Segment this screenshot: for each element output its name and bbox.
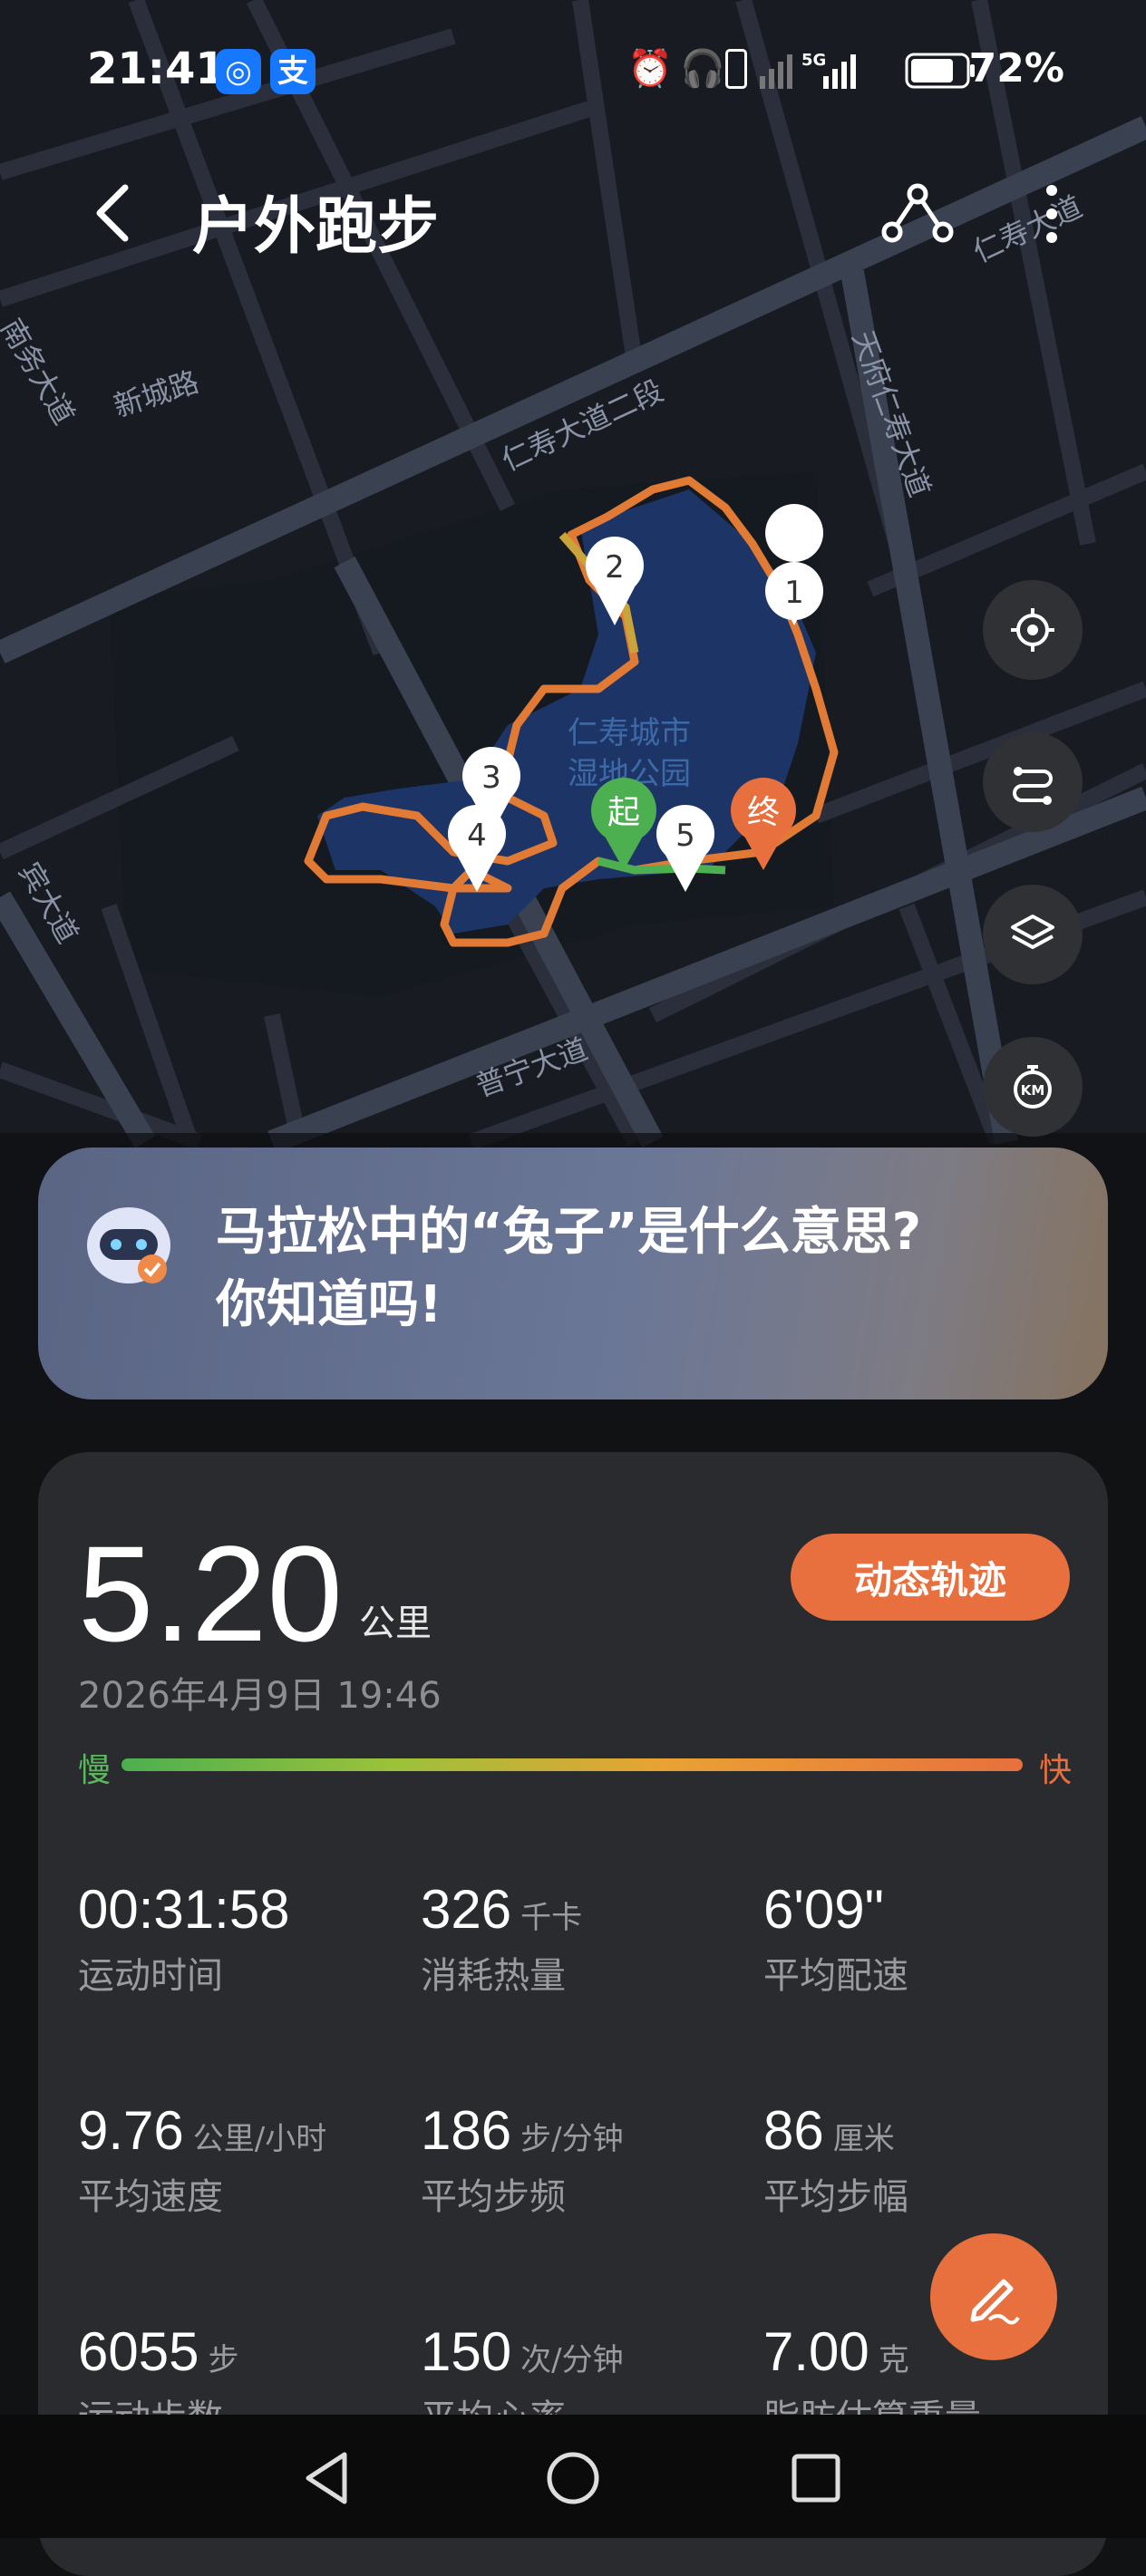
route-toggle-button[interactable] [983, 732, 1083, 832]
pace-gradient-bar [121, 1758, 1023, 1771]
headphones-icon: 🎧 [680, 48, 725, 90]
workout-summary-card: 5.20 公里 动态轨迹 2026年4月9日 19:46 慢 快 00:31:5… [38, 1452, 1108, 2576]
vibrate-icon [725, 49, 747, 89]
svg-text:4: 4 [467, 818, 487, 854]
locate-button[interactable] [983, 580, 1083, 680]
pace-legend-fast: 快 [1039, 1752, 1073, 1789]
ai-prompt-line1: 马拉松中的“兔子”是什么意思? [216, 1203, 922, 1262]
locate-icon [1011, 608, 1054, 652]
park-label: 仁寿城市 [568, 715, 691, 751]
more-icon[interactable] [1034, 176, 1070, 252]
layers-icon [1011, 915, 1054, 949]
pace-legend-slow: 慢 [78, 1752, 112, 1789]
distance-unit: 公里 [359, 1603, 432, 1644]
nav-home-icon[interactable] [537, 2442, 609, 2514]
stat-avg-speed: 9.76 公里/小时 平均速度 [78, 2100, 327, 2218]
header: 户外跑步 [0, 163, 1146, 263]
system-nav-bar [0, 2415, 1146, 2538]
stat-stride: 86 厘米 平均步幅 [763, 2100, 908, 2218]
dynamic-track-button[interactable]: 动态轨迹 [791, 1534, 1070, 1621]
status-time: 21:41 [87, 44, 226, 94]
alipay-app-icon: 支 [270, 49, 316, 94]
page-title: 户外跑步 [192, 191, 440, 263]
svg-text:2: 2 [605, 549, 625, 586]
back-icon[interactable] [83, 177, 147, 249]
route-icon [1013, 767, 1053, 805]
svg-text:5: 5 [675, 818, 695, 854]
battery-icon [905, 53, 975, 89]
svg-text:终: 终 [747, 794, 780, 831]
pen-icon [970, 2279, 1020, 2325]
signal-icons: 5G [760, 51, 856, 89]
svg-text:5G: 5G [801, 51, 826, 70]
route-share-icon[interactable] [879, 176, 956, 252]
svg-text:1: 1 [784, 575, 804, 611]
status-bar: 21:41 ◎ 支 ⏰ 🎧 5G 72% [0, 0, 1146, 145]
workout-date: 2026年4月9日 19:46 [78, 1675, 442, 1717]
svg-text:3: 3 [481, 760, 501, 796]
ai-assistant-avatar [87, 1207, 170, 1283]
stat-avg-pace: 6'09" 平均配速 [763, 1879, 908, 1997]
battery-percent: 72% [968, 45, 1064, 92]
km-stopwatch-icon: KM [1014, 1065, 1052, 1109]
location-app-icon: ◎ [216, 49, 261, 94]
ai-prompt-line2: 你知道吗! [216, 1275, 442, 1334]
stat-cadence: 186 步/分钟 平均步频 [421, 2100, 624, 2218]
edit-button[interactable] [930, 2233, 1057, 2360]
nav-recents-icon[interactable] [780, 2442, 852, 2514]
stat-duration: 00:31:58 运动时间 [78, 1879, 290, 1997]
distance-value: 5.20 [78, 1517, 343, 1670]
ai-suggestion-card[interactable]: 马拉松中的“兔子”是什么意思? 你知道吗! [38, 1148, 1108, 1399]
nav-back-icon[interactable] [292, 2442, 364, 2514]
map-layers-button[interactable] [983, 885, 1083, 984]
svg-text:KM: KM [1021, 1082, 1045, 1099]
alarm-icon: ⏰ [627, 48, 673, 90]
stat-calories: 326 千卡 消耗热量 [421, 1879, 583, 1997]
svg-text:起: 起 [607, 794, 640, 831]
km-stopwatch-button[interactable]: KM [983, 1037, 1083, 1137]
